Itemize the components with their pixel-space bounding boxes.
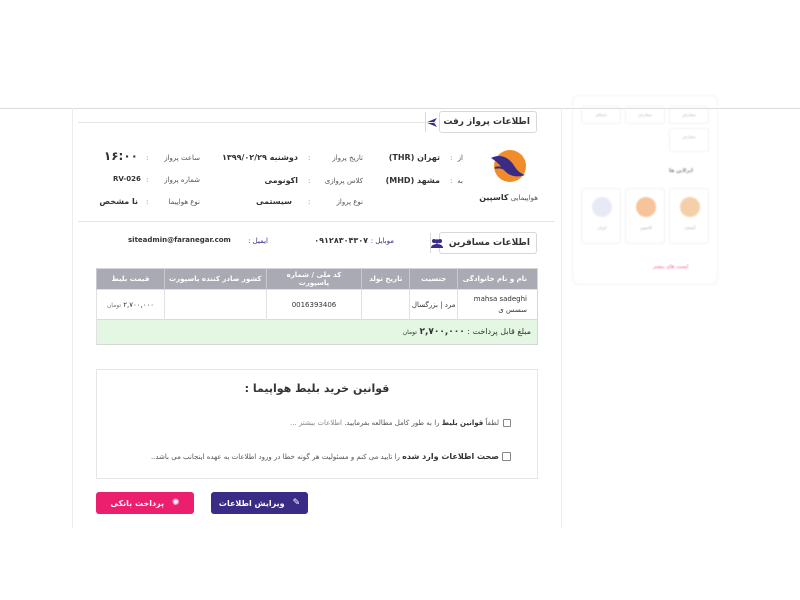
total-currency: تومان bbox=[402, 329, 417, 336]
email-value: siteadmin@faranegar.com bbox=[128, 236, 231, 244]
passengers-info-title: اطلاعات مسافرین bbox=[448, 238, 530, 248]
gender-cell: مرد | بزرگسال bbox=[409, 289, 458, 320]
colon: : bbox=[146, 154, 149, 162]
price-currency: تومان bbox=[106, 301, 122, 309]
class-label: کلاس پروازی bbox=[324, 177, 363, 185]
sidebar-airline-card[interactable]: کاسپین bbox=[625, 188, 665, 244]
colon: : bbox=[308, 198, 311, 206]
bank-payment-label: پرداخت بانکی bbox=[110, 498, 165, 508]
colon: : bbox=[450, 177, 453, 185]
total-row: مبلغ قابل پرداخت : ۲,۷۰۰,۰۰۰ تومان bbox=[96, 319, 538, 345]
flight-header-divider bbox=[78, 122, 436, 123]
airline-logo-icon bbox=[592, 197, 612, 217]
price-value: ۲,۷۰۰,۰۰۰ bbox=[123, 300, 155, 309]
airline-name-value: کاسپین bbox=[479, 193, 509, 202]
sidebar-airline-card[interactable]: آسمان bbox=[669, 188, 709, 244]
total-label: مبلغ قابل پرداخت : bbox=[467, 327, 531, 336]
passengers-table: نام و نام خانوادگی جنسیت تاریخ تولد کد م… bbox=[96, 268, 538, 345]
flight-type-label: نوع پرواز bbox=[336, 198, 363, 206]
date-label: تاریخ پرواز bbox=[332, 154, 363, 162]
birth-date-cell bbox=[361, 289, 410, 320]
gear-icon: ✺ bbox=[172, 498, 180, 508]
sidebar-more-link[interactable]: لیست های بیشتر bbox=[653, 264, 688, 270]
rules-item-1-prefix: لطفاً bbox=[485, 419, 499, 427]
national-id-cell: 0016393406 bbox=[265, 289, 362, 320]
edit-info-label: ویرایش اطلاعات bbox=[218, 498, 285, 508]
rules-item-2-bold: صحت اطلاعات وارد شده bbox=[402, 452, 499, 461]
passenger-name-en: mahsa sadeghi bbox=[473, 294, 527, 303]
flight-no-label: شماره پرواز bbox=[164, 176, 200, 184]
airline-logo-icon bbox=[680, 197, 700, 217]
sidebar-card-label: کاسپین bbox=[640, 225, 652, 230]
airline-prefix: هواپیمایی bbox=[510, 194, 538, 202]
sidebar-card-label: ایران bbox=[597, 225, 607, 230]
rules-link[interactable]: قوانین بلیط bbox=[442, 419, 483, 427]
sidebar-card-label: آسمان bbox=[684, 225, 696, 230]
total-cell: مبلغ قابل پرداخت : ۲,۷۰۰,۰۰۰ تومان bbox=[96, 319, 538, 345]
edit-info-button[interactable]: ✎ ویرایش اطلاعات bbox=[211, 492, 308, 514]
content-right-border bbox=[561, 108, 562, 528]
sidebar-chip[interactable]: مسافر bbox=[581, 106, 621, 124]
passenger-name-fa: سسس ی bbox=[498, 305, 527, 314]
sidebar-title: ایرلاین ها bbox=[669, 168, 693, 174]
sidebar-airline-card[interactable]: ایران bbox=[581, 188, 621, 244]
from-label: از bbox=[457, 154, 463, 162]
column-header: کشور صادر کننده پاسپورت bbox=[163, 268, 267, 290]
colon: : bbox=[308, 177, 311, 185]
rules-title: قوانین خرید بلیط هواپیما : bbox=[244, 382, 390, 395]
class-value: اکونومی bbox=[264, 176, 298, 185]
passengers-info-header: اطلاعات مسافرین bbox=[429, 232, 537, 254]
colon: : bbox=[146, 198, 149, 206]
sidebar-chip[interactable]: سفارش bbox=[669, 106, 709, 124]
flight-no-value: RV-026 bbox=[113, 175, 141, 183]
time-value: ۱۶:۰۰ bbox=[103, 149, 138, 163]
column-header: جنسیت bbox=[409, 268, 458, 290]
flight-info-header: اطلاعات پرواز رفت bbox=[425, 111, 537, 133]
column-header: کد ملی / شماره پاسپورت bbox=[265, 268, 362, 290]
total-value: ۲,۷۰۰,۰۰۰ bbox=[419, 327, 465, 337]
table-row: mahsa sadeghi سسس ی مرد | بزرگسال 001639… bbox=[96, 289, 538, 320]
aircraft-label: نوع هواپیما bbox=[168, 198, 200, 206]
email-label: ایمیل : bbox=[248, 237, 268, 245]
airline-logo-icon bbox=[489, 148, 527, 184]
colon: : bbox=[450, 154, 453, 162]
users-icon bbox=[429, 233, 443, 253]
time-label: ساعت پرواز bbox=[164, 154, 200, 162]
ticket-rules-box: قوانین خرید بلیط هواپیما : لطفاً قوانین … bbox=[96, 369, 538, 479]
edit-icon: ✎ bbox=[292, 498, 301, 508]
sidebar-chip[interactable]: سفارش bbox=[669, 128, 709, 152]
table-header-row: نام و نام خانوادگی جنسیت تاریخ تولد کد م… bbox=[96, 268, 538, 290]
flight-type-value: سیستمی bbox=[256, 197, 292, 206]
content-left-border bbox=[72, 108, 73, 528]
passenger-name-cell: mahsa sadeghi سسس ی bbox=[457, 289, 538, 320]
sidebar-chip[interactable]: سفارش bbox=[625, 106, 665, 124]
to-value: مشهد (MHD) bbox=[385, 176, 440, 185]
colon: : bbox=[308, 154, 311, 162]
rules-item-1: لطفاً قوانین بلیط را به طور کامل مطالعه … bbox=[290, 419, 499, 427]
price-cell: ۲,۷۰۰,۰۰۰ تومان bbox=[96, 289, 165, 320]
rules-item-2-text: را تایید می کنم و مسئولیت هر گونه خطا در… bbox=[150, 453, 400, 461]
section-divider bbox=[78, 221, 555, 222]
mobile-label: موبایل : bbox=[370, 237, 394, 245]
rules-item-2: صحت اطلاعات وارد شده را تایید می کنم و م… bbox=[151, 452, 499, 461]
airline-name: هواپیمایی کاسپین bbox=[466, 193, 538, 202]
from-value: تهران (THR) bbox=[388, 153, 440, 162]
passport-country-cell bbox=[163, 289, 267, 320]
sidebar-panel: مسافر سفارش سفارش سفارش ایرلاین ها ایران… bbox=[572, 95, 718, 285]
info-confirm-checkbox[interactable] bbox=[502, 452, 511, 461]
bank-payment-button[interactable]: ✺ پرداخت بانکی bbox=[96, 492, 194, 514]
to-label: به bbox=[457, 177, 463, 185]
colon: : bbox=[146, 176, 149, 184]
mobile-value: ۰۹۱۲۸۳۰۴۳۰۷ bbox=[314, 236, 368, 245]
column-header: نام و نام خانوادگی bbox=[457, 268, 538, 290]
airline-logo-icon bbox=[636, 197, 656, 217]
column-header: تاریخ تولد bbox=[361, 268, 410, 290]
column-header: قیمت بلیط bbox=[96, 268, 165, 290]
rules-accept-checkbox[interactable] bbox=[503, 419, 511, 427]
aircraft-value: نا مشخص bbox=[99, 197, 138, 206]
date-value: دوشنبه ۱۳۹۹/۰۲/۲۹ bbox=[221, 153, 298, 162]
rules-item-1-text: را به طور کامل مطالعه بفرمایید. bbox=[344, 419, 440, 427]
more-info-link[interactable]: اطلاعات بیشتر ... bbox=[290, 419, 342, 427]
flight-info-title: اطلاعات پرواز رفت bbox=[443, 117, 530, 127]
